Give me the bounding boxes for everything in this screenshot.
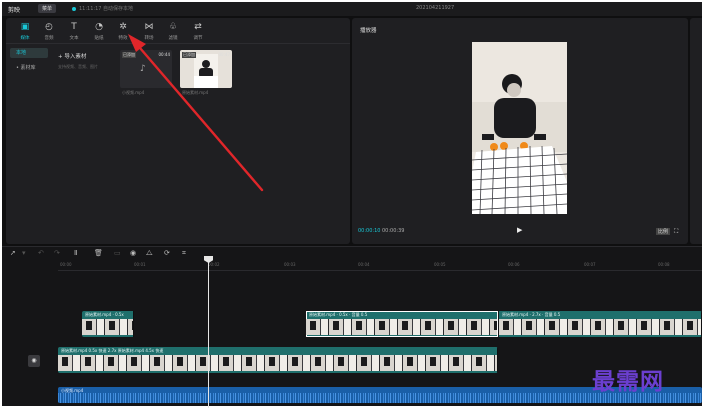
editor-window: 剪映 菜单 11:11:17 自动保存本地 202104211927 ▣ 媒体 … xyxy=(2,2,702,406)
fullscreen-icon[interactable]: ⛶ xyxy=(674,228,678,236)
added-badge: 已添加 xyxy=(122,52,136,58)
details-panel-edge xyxy=(690,18,702,244)
chevron-down-icon[interactable]: ▾ xyxy=(22,249,26,257)
undo-icon[interactable]: ↶ xyxy=(38,249,44,257)
redo-icon[interactable]: ↷ xyxy=(54,249,60,257)
watermark: 最需网 xyxy=(592,368,664,395)
timeline-clip[interactable]: 原始素材.mp4 0.5x 快速 2.7x 原始素材.mp4 4.5x 快速 xyxy=(58,347,498,373)
import-hint: 支持视频、音频、图片 xyxy=(58,64,98,69)
draft-info: 11:11:17 自动保存本地 xyxy=(79,6,134,12)
window-title: 202104211927 xyxy=(416,5,455,11)
media-clip-2[interactable]: 已添加 00:47 xyxy=(180,50,232,88)
media-clip-1-name: 小视频.mp4 xyxy=(122,90,145,95)
video-preview[interactable] xyxy=(472,42,567,214)
sidebar-item-library[interactable]: • 素材库 xyxy=(10,63,48,73)
clip-frames xyxy=(58,355,497,371)
time-ruler[interactable]: 00:00 00:01 00:02 00:03 00:04 00:05 00:0… xyxy=(58,261,702,271)
filter-icon: ♧ xyxy=(168,22,178,32)
play-icon[interactable]: ▶ xyxy=(517,226,522,234)
clip-frames xyxy=(82,319,133,335)
main-video-track: 原始素材.mp4 0.5x 快速 2.7x 原始素材.mp4 4.5x 快速 xyxy=(58,347,498,373)
mirror-icon[interactable]: ⧍ xyxy=(146,249,153,258)
autosave-dot-icon xyxy=(72,7,76,11)
track-lock-icon[interactable]: ◉ xyxy=(28,355,40,367)
added-badge: 已添加 xyxy=(182,52,196,58)
select-tool-icon[interactable]: ➚ xyxy=(10,249,16,257)
timeline-clip[interactable]: 原始素材.mp4 · 0.5x xyxy=(82,311,134,337)
clip-frames xyxy=(306,319,497,335)
ruler-tick: 00:05 xyxy=(434,262,446,267)
ruler-tick: 00:07 xyxy=(584,262,596,267)
video-frame xyxy=(472,42,567,214)
tab-adjust[interactable]: ⇄ 调节 xyxy=(187,21,209,43)
clip-frames xyxy=(499,319,701,335)
tab-audio[interactable]: ◴ 音频 xyxy=(38,21,60,43)
title-bar: 剪映 菜单 11:11:17 自动保存本地 202104211927 xyxy=(2,2,702,16)
timeline-clip-selected[interactable]: 原始素材.mp4 · 0.5x · 音量 0.5 xyxy=(306,311,498,337)
player-panel: 播放器 00:00:10 00:00:39 ▶ 比例 ⛶ xyxy=(352,18,688,244)
app-logo: 剪映 xyxy=(8,7,21,14)
import-button[interactable]: + 导入素材 支持视频、音频、图片 xyxy=(58,52,118,98)
tab-transition[interactable]: ⋈ 转场 xyxy=(138,21,160,43)
menu-button[interactable]: 菜单 xyxy=(38,4,57,13)
delete-icon[interactable]: 🗑 xyxy=(94,249,103,257)
media-sidebar: 本地 • 素材库 xyxy=(10,48,50,78)
total-timecode: 00:00:39 xyxy=(382,228,405,234)
audio-icon: ◴ xyxy=(45,22,53,32)
media-icon: ▣ xyxy=(20,22,30,32)
music-note-icon: ♪ xyxy=(140,64,146,74)
media-panel: ▣ 媒体 ◴ 音频 T 文本 ◔ 贴纸 ✲ 特效 ⋈ 转场 ♧ 滤镜 ⇄ 调节 … xyxy=(6,18,350,244)
current-timecode: 00:00:10 xyxy=(358,228,381,234)
overlay-video-track: 原始素材.mp4 · 0.5x 原始素材.mp4 · 0.5x · 音量 0.5… xyxy=(82,311,702,337)
freeze-icon[interactable]: ▭ xyxy=(114,249,121,257)
tab-effects[interactable]: ✲ 特效 xyxy=(112,21,134,43)
ruler-tick: 00:01 xyxy=(134,262,146,267)
text-icon: T xyxy=(71,22,77,32)
crop-icon[interactable]: ⌗ xyxy=(182,249,186,258)
clip-duration: 00:47 xyxy=(218,52,230,57)
timeline-toolbar: ➚ ▾ ↶ ↷ Ⅱ 🗑 ▭ ◉ ⧍ ⟳ ⌗ xyxy=(2,247,702,261)
ruler-tick: 00:00 xyxy=(60,262,72,267)
adjust-icon: ⇄ xyxy=(194,22,202,32)
player-title: 播放器 xyxy=(360,28,377,34)
sticker-icon: ◔ xyxy=(95,22,103,32)
ruler-tick: 00:06 xyxy=(508,262,520,267)
record-icon[interactable]: ◉ xyxy=(130,249,136,257)
split-icon[interactable]: Ⅱ xyxy=(74,249,77,257)
sidebar-item-local[interactable]: 本地 xyxy=(10,48,48,58)
tab-media[interactable]: ▣ 媒体 xyxy=(14,21,36,43)
transition-icon: ⋈ xyxy=(144,22,154,32)
tab-text[interactable]: T 文本 xyxy=(63,21,85,43)
rotate-icon[interactable]: ⟳ xyxy=(164,249,170,257)
clip-duration: 00:44 xyxy=(158,52,170,57)
playhead[interactable] xyxy=(208,258,209,408)
effects-icon: ✲ xyxy=(119,22,127,32)
media-clip-1[interactable]: 已添加 00:44 ♪ xyxy=(120,50,172,88)
ratio-button[interactable]: 比例 xyxy=(656,228,671,235)
ruler-tick: 00:02 xyxy=(208,262,220,267)
tab-filter[interactable]: ♧ 滤镜 xyxy=(162,21,184,43)
ruler-tick: 00:04 xyxy=(358,262,370,267)
media-toolbar: ▣ 媒体 ◴ 音频 T 文本 ◔ 贴纸 ✲ 特效 ⋈ 转场 ♧ 滤镜 ⇄ 调节 xyxy=(6,18,350,44)
media-clip-2-name: 原始素材.mp4 xyxy=(182,90,209,95)
timeline-clip[interactable]: 原始素材.mp4 · 2.7x · 音量 0.5 xyxy=(499,311,702,337)
tab-sticker[interactable]: ◔ 贴纸 xyxy=(88,21,110,43)
import-label: + 导入素材 xyxy=(58,54,87,60)
ruler-tick: 00:03 xyxy=(284,262,296,267)
ruler-tick: 00:08 xyxy=(658,262,670,267)
